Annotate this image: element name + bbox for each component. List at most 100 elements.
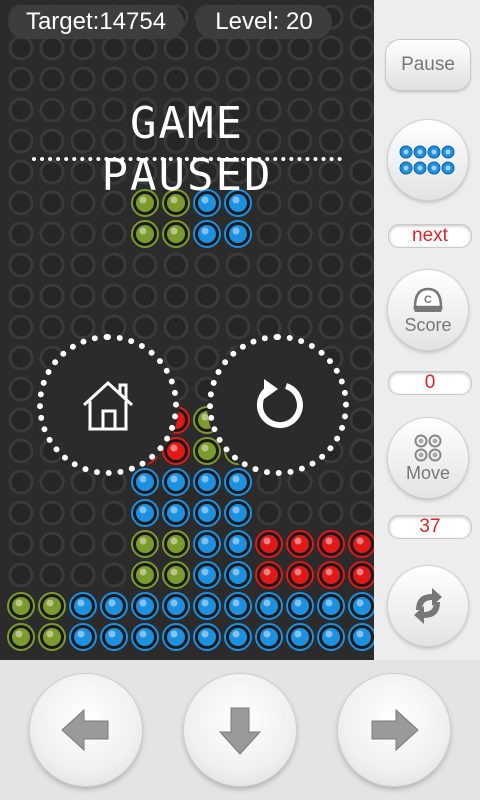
- block-cell-blue: [193, 561, 221, 589]
- empty-cell: [70, 221, 96, 247]
- level-display: Level: 20: [196, 5, 332, 39]
- empty-cell: [287, 66, 313, 92]
- empty-cell: [349, 159, 374, 185]
- block-cell-red: [317, 561, 345, 589]
- block-cell-blue: [348, 623, 374, 651]
- game-board: Target:14754 Level: 20 GAME PAUSED: [0, 0, 374, 660]
- block-cell-red: [286, 530, 314, 558]
- score-label: Score: [404, 314, 452, 335]
- block-cell-blue: [193, 499, 221, 527]
- empty-cell: [349, 128, 374, 154]
- empty-cell: [163, 314, 189, 340]
- empty-cell: [101, 252, 127, 278]
- empty-cell: [8, 97, 34, 123]
- block-cell-blue: [131, 499, 159, 527]
- empty-cell: [8, 221, 34, 247]
- empty-cell: [318, 314, 344, 340]
- block-cell-red: [255, 561, 283, 589]
- block-cell-blue: [224, 592, 252, 620]
- empty-cell: [225, 35, 251, 61]
- empty-cell: [349, 376, 374, 402]
- empty-cell: [101, 35, 127, 61]
- empty-cell: [349, 469, 374, 495]
- move-panel: Move: [388, 418, 468, 498]
- empty-cell: [39, 531, 65, 557]
- empty-cell: [39, 66, 65, 92]
- empty-cell: [349, 314, 374, 340]
- next-piece-preview: [388, 120, 468, 200]
- block-cell-red: [286, 561, 314, 589]
- empty-cell: [349, 345, 374, 371]
- next-piece-preview-icon: [399, 145, 455, 175]
- svg-text:C: C: [424, 294, 432, 306]
- move-label: Move: [405, 462, 450, 483]
- block-cell-blue: [193, 592, 221, 620]
- empty-cell: [39, 562, 65, 588]
- empty-cell: [318, 283, 344, 309]
- home-button[interactable]: [37, 334, 179, 476]
- next-label: next: [388, 224, 472, 248]
- empty-cell: [70, 35, 96, 61]
- block-cell-green: [162, 530, 190, 558]
- swap-button[interactable]: [388, 566, 468, 646]
- empty-cell: [8, 345, 34, 371]
- empty-cell: [163, 35, 189, 61]
- empty-cell: [101, 531, 127, 557]
- empty-cell: [8, 376, 34, 402]
- pause-button[interactable]: Pause: [386, 40, 470, 90]
- move-right-button[interactable]: [338, 674, 450, 786]
- empty-cell: [318, 35, 344, 61]
- empty-cell: [8, 159, 34, 185]
- block-cell-blue: [317, 592, 345, 620]
- block-cell-blue: [131, 468, 159, 496]
- block-cell-blue: [162, 499, 190, 527]
- empty-cell: [8, 500, 34, 526]
- block-cell-blue: [193, 220, 221, 248]
- empty-cell: [101, 221, 127, 247]
- empty-cell: [70, 283, 96, 309]
- empty-cell: [39, 252, 65, 278]
- empty-cell: [287, 35, 313, 61]
- empty-cell: [70, 500, 96, 526]
- block-cell-blue: [255, 623, 283, 651]
- block-cell-blue: [348, 592, 374, 620]
- block-cell-blue: [224, 499, 252, 527]
- empty-cell: [194, 345, 220, 371]
- empty-cell: [101, 562, 127, 588]
- empty-cell: [70, 252, 96, 278]
- move-left-button[interactable]: [30, 674, 142, 786]
- empty-cell: [101, 500, 127, 526]
- score-value: 0: [388, 371, 472, 395]
- empty-cell: [132, 283, 158, 309]
- block-cell-blue: [317, 623, 345, 651]
- empty-cell: [8, 190, 34, 216]
- control-bar: [0, 660, 480, 800]
- block-cell-green: [131, 530, 159, 558]
- empty-cell: [349, 500, 374, 526]
- empty-cell: [256, 35, 282, 61]
- empty-cell: [349, 407, 374, 433]
- restart-button[interactable]: [207, 334, 349, 476]
- block-cell-blue: [286, 623, 314, 651]
- target-display: Target:14754: [8, 5, 184, 39]
- empty-cell: [256, 500, 282, 526]
- sidebar: Pause next C Score 0 Move 37: [374, 0, 480, 660]
- empty-cell: [39, 221, 65, 247]
- empty-cell: [318, 221, 344, 247]
- empty-cell: [101, 283, 127, 309]
- empty-cell: [287, 500, 313, 526]
- block-cell-red: [255, 530, 283, 558]
- block-cell-blue: [69, 592, 97, 620]
- empty-cell: [70, 66, 96, 92]
- arrow-right-icon: [371, 708, 419, 752]
- block-cell-green: [38, 623, 66, 651]
- block-cell-green: [38, 592, 66, 620]
- block-cell-blue: [224, 220, 252, 248]
- empty-cell: [70, 531, 96, 557]
- block-cell-blue: [255, 592, 283, 620]
- move-value: 37: [388, 515, 472, 539]
- empty-cell: [349, 283, 374, 309]
- move-down-button[interactable]: [184, 674, 296, 786]
- empty-cell: [225, 283, 251, 309]
- empty-cell: [8, 128, 34, 154]
